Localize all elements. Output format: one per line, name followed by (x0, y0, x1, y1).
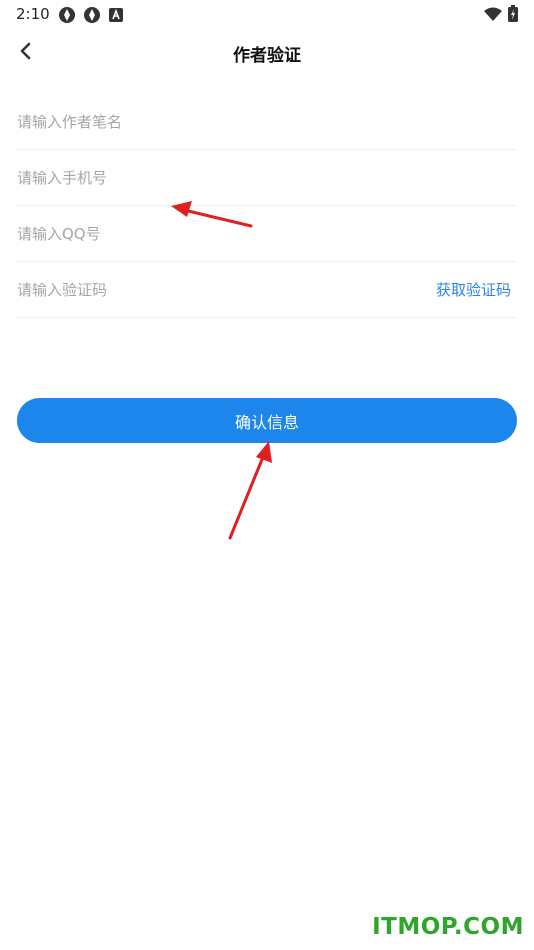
verification-code-input[interactable] (17, 274, 317, 305)
pen-name-row (17, 94, 517, 150)
battery-icon (508, 5, 518, 22)
arrow-to-confirm-button (228, 441, 272, 540)
confirm-button[interactable]: 确认信息 (17, 398, 517, 443)
phone-row (17, 150, 517, 206)
wifi-icon (484, 7, 502, 21)
get-code-button[interactable]: 获取验证码 (436, 279, 511, 300)
pen-name-input[interactable] (17, 106, 397, 137)
page-title: 作者验证 (233, 46, 301, 66)
aperture-icon (84, 7, 100, 23)
code-row: 获取验证码 (17, 262, 517, 318)
status-time: 2:10 (16, 5, 50, 23)
watermark: ITMOP.COM (372, 914, 524, 940)
header: 作者验证 (0, 32, 534, 72)
qq-row (17, 206, 517, 262)
a-square-icon (109, 8, 123, 22)
phone-input[interactable] (17, 162, 397, 193)
aperture-icon (59, 7, 75, 23)
verification-form: 获取验证码 (17, 94, 517, 318)
status-bar: 2:10 (0, 0, 534, 28)
qq-input[interactable] (17, 218, 397, 249)
